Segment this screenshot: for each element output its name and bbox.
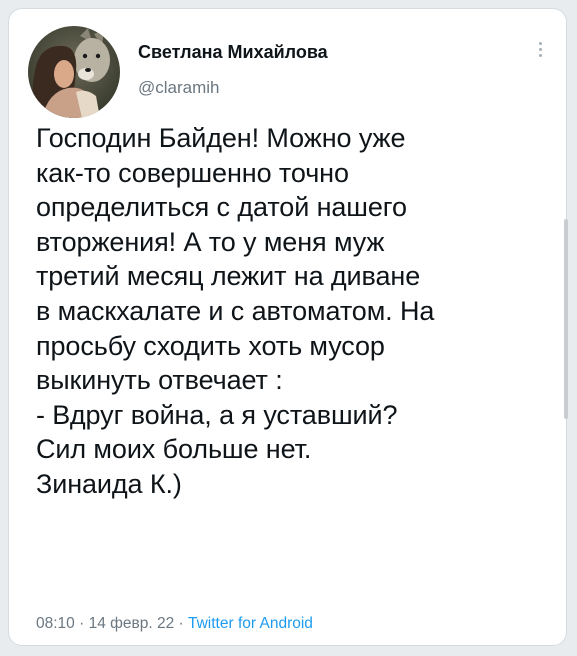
tweet-date[interactable]: 14 февр. 22: [89, 615, 175, 632]
tweet-text: Господин Байден! Можно уже как-то соверш…: [36, 121, 546, 502]
tweet-meta: 08:10 · 14 февр. 22 · Twitter for Androi…: [36, 615, 313, 633]
tweet-text-line: Сил моих больше нет.: [36, 434, 312, 465]
tweet-text-line: в маскхалате и с автоматом. На: [36, 295, 435, 326]
meta-separator: ·: [74, 615, 89, 632]
tweet-text-line: как-то совершенно точно: [36, 157, 349, 188]
tweet-text-line: выкинуть отвечает :: [36, 365, 283, 396]
author-handle[interactable]: @claramih: [138, 78, 220, 98]
scrollbar[interactable]: [564, 219, 568, 419]
tweet-time[interactable]: 08:10: [36, 615, 75, 632]
tweet-text-line: - Вдруг война, а я уставший?: [36, 399, 398, 430]
profile-photo-icon: [28, 26, 120, 118]
author-avatar[interactable]: [28, 26, 120, 118]
author-name[interactable]: Светлана Михайлова: [138, 42, 328, 63]
more-vertical-icon[interactable]: [532, 39, 548, 65]
tweet-text-line: Господин Байден! Можно уже: [36, 123, 406, 153]
tweet-text-line: третий месяц лежит на диване: [36, 261, 421, 292]
tweet-text-line: просьбу сходить хоть мусор: [36, 330, 385, 361]
tweet-card: Светлана Михайлова @claramih Господин Ба…: [8, 8, 568, 646]
tweet-text-line: определиться с датой нашего: [36, 192, 407, 223]
meta-separator: ·: [174, 615, 188, 632]
tweet-text-line: вторжения! А то у меня муж: [36, 226, 385, 257]
tweet-text-line: Зинаида К.): [36, 468, 182, 499]
tweet-source-link[interactable]: Twitter for Android: [188, 615, 313, 632]
